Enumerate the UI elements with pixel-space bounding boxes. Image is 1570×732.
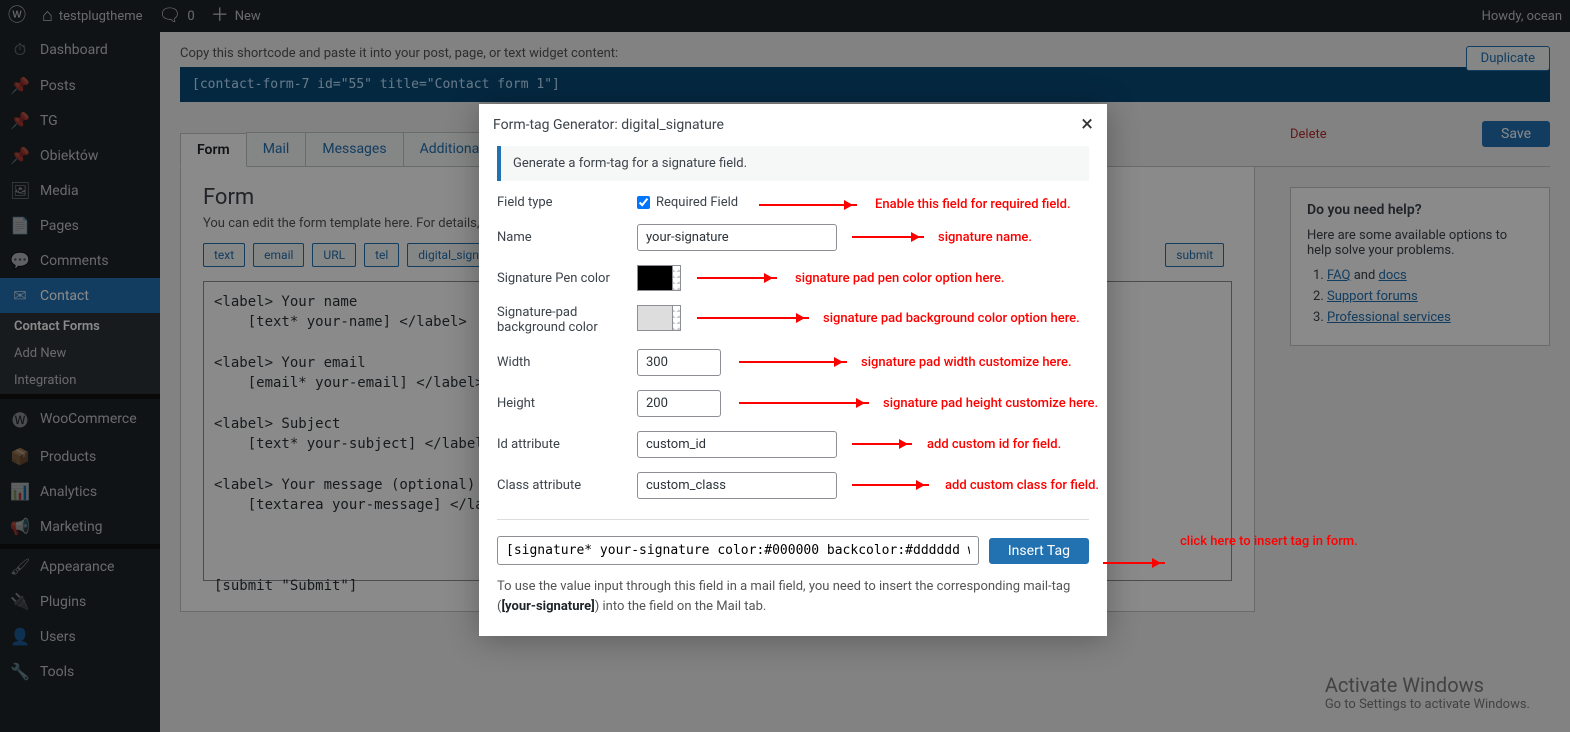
pen-color-swatch	[637, 265, 673, 291]
anno-name: signature name.	[938, 230, 1032, 245]
label-class: Class attribute	[497, 478, 637, 493]
bg-color-picker[interactable]	[637, 305, 681, 331]
label-name: Name	[497, 230, 637, 245]
form-tag-dialog: Form-tag Generator: digital_signature × …	[479, 104, 1107, 636]
dialog-note: To use the value input through this fiel…	[497, 577, 1089, 616]
anno-width: signature pad width customize here.	[861, 355, 1072, 370]
insert-tag-button[interactable]: Insert Tag	[989, 538, 1089, 564]
label-field-type: Field type	[497, 195, 637, 210]
dialog-title: Form-tag Generator: digital_signature	[493, 117, 724, 133]
label-id: Id attribute	[497, 437, 637, 452]
class-input[interactable]	[637, 472, 837, 499]
anno-id: add custom id for field.	[927, 437, 1061, 452]
label-width: Width	[497, 355, 637, 370]
label-bg-color: Signature-pad background color	[497, 305, 637, 335]
anno-pen: signature pad pen color option here.	[795, 271, 1005, 286]
width-input[interactable]	[637, 349, 721, 376]
required-checkbox-wrap[interactable]: Required Field	[637, 195, 738, 210]
name-input[interactable]	[637, 224, 837, 251]
anno-bg: signature pad background color option he…	[823, 311, 1080, 326]
tag-output[interactable]	[497, 536, 979, 565]
anno-class: add custom class for field.	[945, 478, 1099, 493]
height-input[interactable]	[637, 390, 721, 417]
anno-line-insert	[1103, 562, 1165, 564]
close-icon[interactable]: ×	[1081, 114, 1093, 136]
pen-color-picker[interactable]	[637, 265, 681, 291]
anno-required: Enable this field for required field.	[875, 197, 1071, 212]
label-pen-color: Signature Pen color	[497, 271, 637, 286]
required-label: Required Field	[656, 195, 738, 210]
dialog-banner: Generate a form-tag for a signature fiel…	[497, 146, 1089, 181]
label-height: Height	[497, 396, 637, 411]
alpha-icon	[673, 265, 681, 291]
id-input[interactable]	[637, 431, 837, 458]
anno-height: signature pad height customize here.	[883, 396, 1098, 411]
bg-color-swatch	[637, 305, 673, 331]
alpha-icon	[673, 305, 681, 331]
required-checkbox[interactable]	[637, 196, 650, 209]
anno-insert: click here to insert tag in form.	[1180, 534, 1358, 549]
